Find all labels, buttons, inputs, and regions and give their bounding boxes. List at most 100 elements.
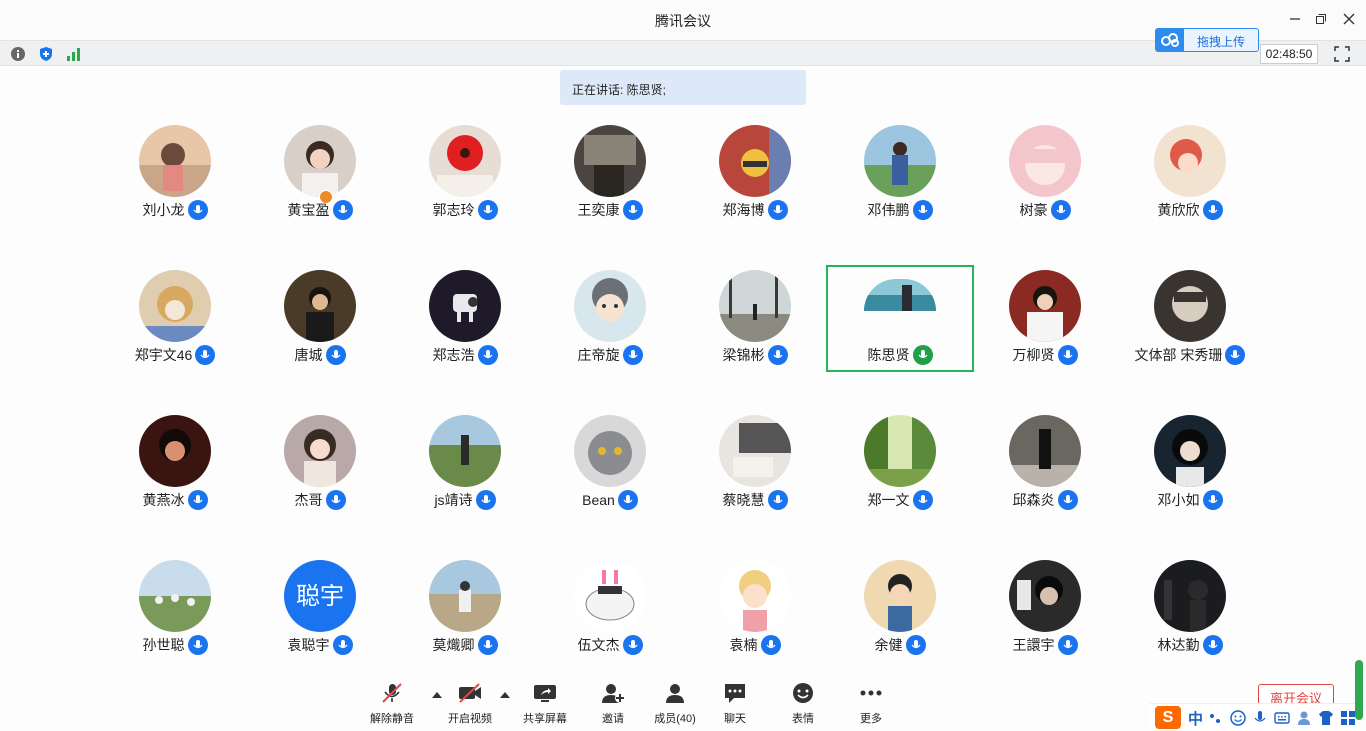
mic-icon [325,345,346,365]
participant-name: 庄帝旋 [577,347,620,363]
participant-tile[interactable]: 郭志玲 [390,108,535,253]
keyboard-icon[interactable] [1274,710,1290,726]
participant-name: 黄欣欣 [1157,202,1200,218]
avatar [139,415,211,487]
participant-name: 蔡晓慧 [722,492,765,508]
participant-tile[interactable]: 王譞宇 [970,543,1115,688]
avatar [1154,415,1226,487]
avatar [719,125,791,197]
participant-tile[interactable]: 梁锦彬 [680,253,825,398]
avatar [864,415,936,487]
participant-tile[interactable]: 郑志浩 [390,253,535,398]
participant-tile[interactable]: js靖诗 [390,398,535,543]
emoji-button[interactable]: 表情 [784,682,822,726]
chat-button[interactable]: 聊天 [716,682,754,726]
participant-tile[interactable]: 郑一文 [825,398,970,543]
toolbox-icon[interactable] [1340,710,1356,726]
restore-button[interactable] [1309,10,1333,30]
participant-tile[interactable]: 王奕康 [535,108,680,253]
participant-tile[interactable]: 余健 [825,543,970,688]
drag-upload-widget[interactable]: 拖拽上传 [1155,28,1259,52]
restore-icon [1316,14,1326,24]
avatar [574,560,646,632]
info-icon[interactable] [10,46,26,62]
upload-label: 拖拽上传 [1196,35,1245,49]
close-button[interactable] [1337,10,1361,30]
avatar [284,270,356,342]
participant-tile[interactable]: 袁楠 [680,543,825,688]
participant-tile[interactable]: 刘小龙 [100,108,245,253]
participant-name: 王奕康 [577,202,620,218]
participant-tile[interactable]: 聪宇 袁聪宇 [245,543,390,688]
participant-tile[interactable]: 黄宝盈 [245,108,390,253]
participant-tile[interactable]: 蔡晓慧 [680,398,825,543]
avatar [719,270,791,342]
avatar [139,560,211,632]
participant-tile[interactable]: 莫熾卿 [390,543,535,688]
participant-tile[interactable]: 孙世聪 [100,543,245,688]
invite-button[interactable]: 邀请 [590,682,636,726]
avatar [719,560,791,632]
mic-speaking-icon [912,345,933,365]
video-options-caret-icon[interactable] [500,692,510,698]
unmute-button[interactable]: 解除静音 [366,682,418,726]
participant-tile[interactable]: 郑海博 [680,108,825,253]
participant-tile[interactable]: 黄欣欣 [1115,108,1260,253]
skin-icon[interactable] [1318,710,1334,726]
scrollbar[interactable] [1355,660,1363,720]
sogou-logo-icon[interactable]: S [1155,706,1181,729]
minimize-button[interactable] [1283,10,1307,30]
participant-name: 梁锦彬 [722,347,765,363]
mic-icon [760,635,781,655]
start-video-button[interactable]: 开启视频 [444,682,496,726]
ime-language-toggle[interactable]: 中 [1188,708,1203,729]
signal-icon[interactable] [66,46,82,62]
punctuation-icon[interactable] [1208,710,1224,726]
mic-icon [622,635,643,655]
members-button[interactable]: 成员(40) [648,682,702,726]
participant-tile[interactable]: 庄帝旋 [535,253,680,398]
avatar [1009,270,1081,342]
avatar [864,125,936,197]
participant-tile[interactable]: 邓小如 [1115,398,1260,543]
mic-icon [912,490,933,510]
participant-name: 袁聪宇 [287,637,330,653]
mic-icon [1050,200,1071,220]
shield-icon[interactable] [38,46,54,62]
participant-tile[interactable]: 郑宇文46 [100,253,245,398]
participant-tile[interactable]: 杰哥 [245,398,390,543]
participant-name: 林达勤 [1157,637,1200,653]
participant-tile[interactable]: Bean [535,398,680,543]
invite-label: 邀请 [602,713,624,725]
fullscreen-icon[interactable] [1334,46,1350,62]
participant-name: 余健 [874,637,903,653]
share-screen-button[interactable]: 共享屏幕 [518,682,572,726]
participant-tile-active[interactable]: 陈思贤 [825,253,974,398]
participant-name: 陈思贤 [867,347,910,363]
participant-tile[interactable]: 文体部 宋秀珊 [1115,253,1260,398]
avatar [574,415,646,487]
participant-name: 黄宝盈 [287,202,330,218]
participant-name: js靖诗 [434,492,473,508]
participant-tile[interactable]: 树豪 [970,108,1115,253]
participant-name: 伍文杰 [577,637,620,653]
participant-tile[interactable]: 万柳贤 [970,253,1115,398]
audio-options-caret-icon[interactable] [432,692,442,698]
avatar [284,415,356,487]
participant-tile[interactable]: 邓伟鹏 [825,108,970,253]
participant-tile[interactable]: 伍文杰 [535,543,680,688]
participant-name: 郑海博 [722,202,765,218]
participant-tile[interactable]: 唐城 [245,253,390,398]
participant-tile[interactable]: 邱森炎 [970,398,1115,543]
participant-tile[interactable]: 黄燕冰 [100,398,245,543]
ime-status-bar: S 中 [1150,703,1360,730]
mic-icon [622,200,643,220]
more-button[interactable]: 更多 [852,682,890,726]
user-center-icon[interactable] [1296,710,1312,726]
mic-icon [475,490,496,510]
participant-tile[interactable]: 林达勤 [1115,543,1260,688]
avatar [574,125,646,197]
voice-input-icon[interactable] [1252,710,1268,726]
emoji-toggle-icon[interactable] [1230,710,1246,726]
mic-icon [1057,345,1078,365]
